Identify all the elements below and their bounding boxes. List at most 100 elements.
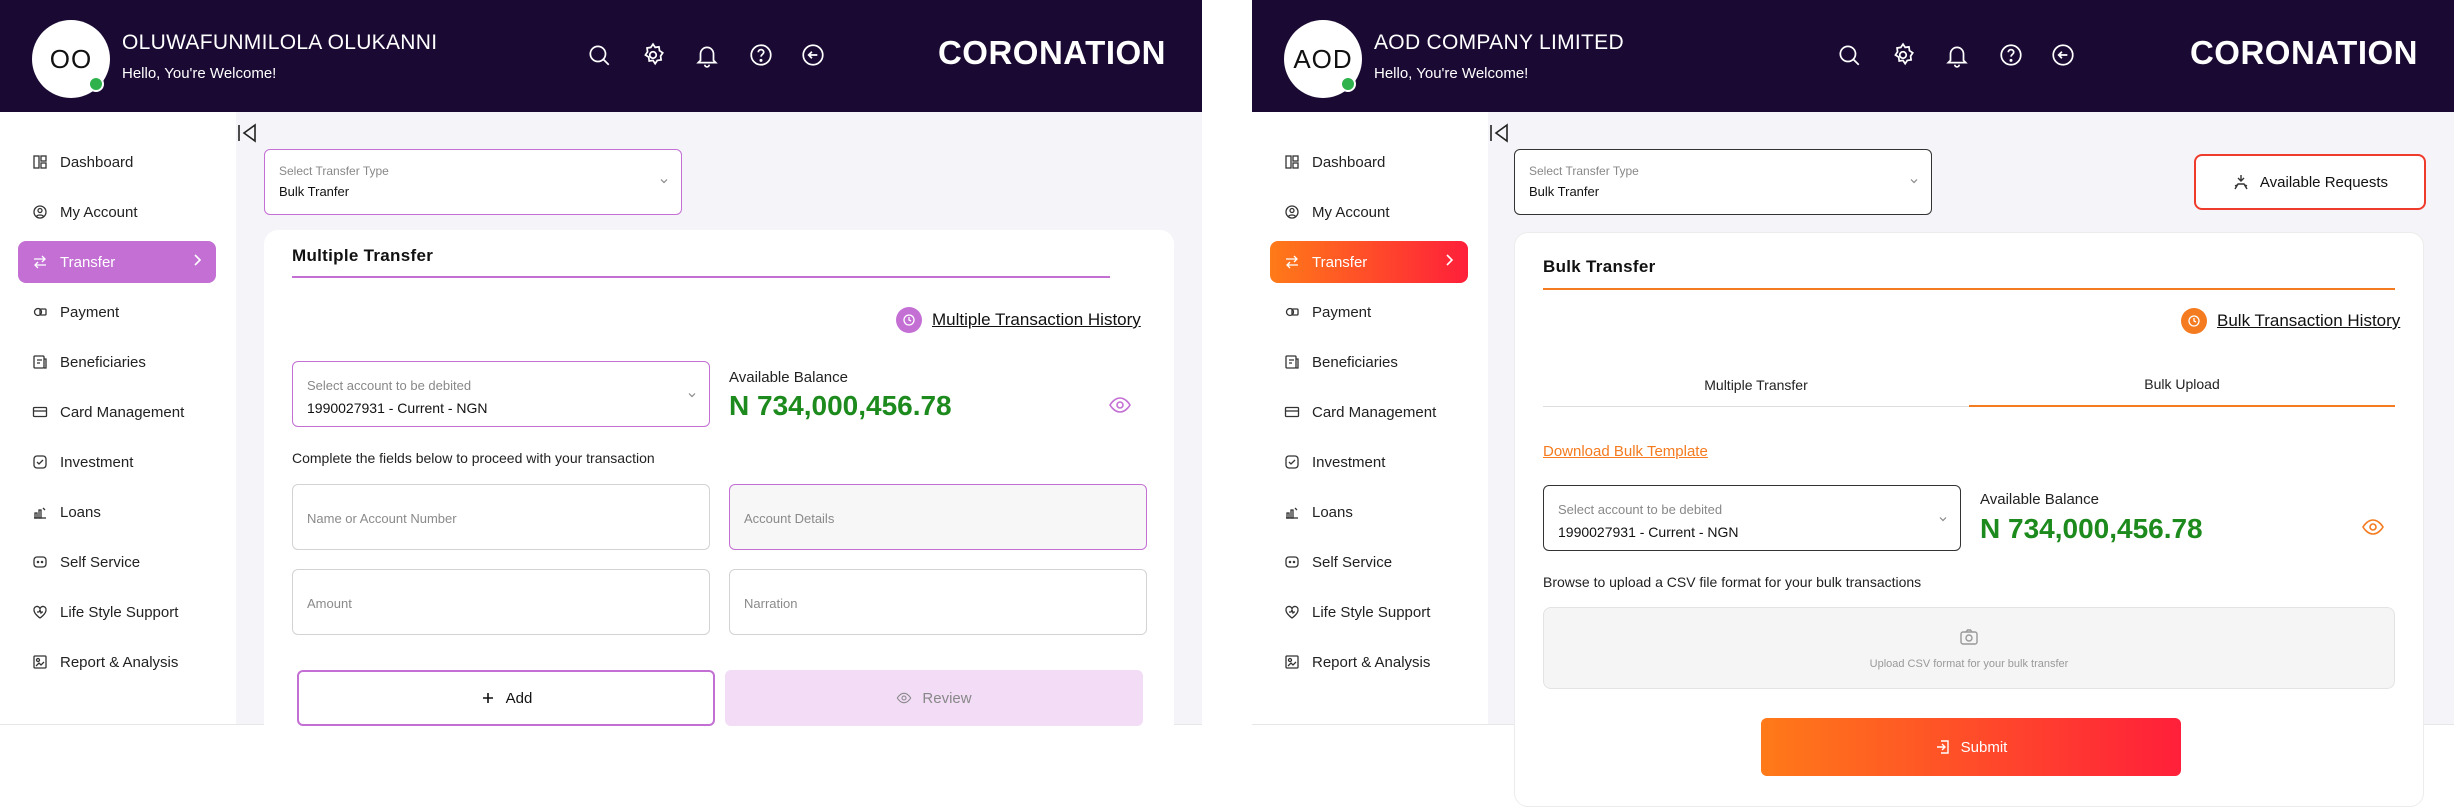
lifestyle-icon [33, 605, 47, 619]
tab-multiple-transfer[interactable]: Multiple Transfer [1543, 363, 1969, 407]
beneficiaries-icon [1285, 355, 1299, 369]
sidebar-item-self-service[interactable]: Self Service [18, 541, 216, 583]
account-select-label: Select account to be debited [1558, 502, 1723, 517]
sidebar-item-transfer[interactable]: Transfer [1270, 241, 1468, 283]
history-link-text: Bulk Transaction History [2217, 311, 2401, 330]
account-select-value: 1990027931 - Current - NGN [1558, 524, 1739, 540]
sidebar-item-label: Beneficiaries [60, 353, 146, 371]
transfer-type-value: Bulk Tranfer [1529, 184, 1600, 199]
sidebar-item-investment[interactable]: Investment [1270, 441, 1468, 483]
chevron-down-icon [1910, 179, 1918, 184]
review-button[interactable]: Review [725, 670, 1143, 726]
sidebar-item-label: Transfer [60, 253, 116, 271]
sidebar-item-report-analysis[interactable]: Report & Analysis [18, 641, 216, 683]
chevron-right-icon [194, 254, 202, 266]
bell-icon[interactable] [694, 42, 720, 68]
sidebar-item-payment[interactable]: Payment [1270, 291, 1468, 333]
collapse-sidebar-icon[interactable] [1488, 122, 1510, 144]
tab-bulk-upload[interactable]: Bulk Upload [1969, 363, 2395, 407]
search-icon[interactable] [1836, 42, 1862, 68]
left-screen: OO OLUWAFUNMILOLA OLUKANNI Hello, You're… [0, 0, 1202, 812]
beneficiaries-icon [33, 355, 47, 369]
sidebar-item-loans[interactable]: Loans [18, 491, 216, 533]
plus-icon [482, 693, 493, 703]
instruction-text: Complete the fields below to proceed wit… [292, 450, 655, 466]
report-icon [33, 655, 47, 669]
submit-button[interactable]: Submit [1761, 718, 2181, 776]
camera-icon [1960, 629, 1978, 645]
sidebar-item-card-management[interactable]: Card Management [1270, 391, 1468, 433]
amount-placeholder: Amount [307, 596, 352, 611]
sidebar-item-payment[interactable]: Payment [18, 291, 216, 333]
history-link-text: Multiple Transaction History [932, 310, 1141, 329]
narration-field[interactable]: Narration [729, 569, 1147, 635]
sidebar-item-label: Investment [1312, 453, 1386, 471]
add-button[interactable]: Add [297, 670, 715, 726]
sidebar-item-investment[interactable]: Investment [18, 441, 216, 483]
sidebar-item-loans[interactable]: Loans [1270, 491, 1468, 533]
investment-icon [1285, 455, 1299, 469]
help-icon[interactable] [748, 42, 774, 68]
sidebar-item-life-style-support[interactable]: Life Style Support [1270, 591, 1468, 633]
transaction-history-link[interactable]: Bulk Transaction History [2181, 308, 2400, 334]
transaction-history-link[interactable]: Multiple Transaction History [896, 307, 1141, 333]
sidebar-item-label: Dashboard [1312, 153, 1386, 171]
title-underline [292, 276, 1110, 278]
sidebar-item-label: Beneficiaries [1312, 353, 1398, 371]
payment-icon [1285, 307, 1299, 317]
sidebar-item-label: Report & Analysis [1312, 653, 1431, 671]
sidebar-item-label: Loans [1312, 503, 1353, 521]
eye-icon[interactable] [1108, 393, 1132, 417]
logout-icon[interactable] [2050, 42, 2076, 68]
settings-icon[interactable] [640, 42, 666, 68]
account-select[interactable]: Select account to be debited 1990027931 … [292, 361, 710, 427]
upload-hint: Upload CSV format for your bulk transfer [1869, 658, 2069, 670]
title-underline [1543, 288, 2395, 290]
transfer-type-label: Select Transfer Type [279, 164, 389, 178]
eye-icon[interactable] [2361, 515, 2385, 539]
account-select[interactable]: Select account to be debited 1990027931 … [1543, 485, 1961, 551]
self-service-icon [33, 556, 47, 568]
collapse-sidebar-icon[interactable] [236, 122, 258, 144]
transfer-type-select[interactable]: Select Transfer Type Bulk Tranfer [1514, 149, 1932, 215]
chevron-down-icon [660, 179, 668, 184]
sidebar-item-report-analysis[interactable]: Report & Analysis [1270, 641, 1468, 683]
sidebar-item-self-service[interactable]: Self Service [1270, 541, 1468, 583]
sidebar-item-beneficiaries[interactable]: Beneficiaries [1270, 341, 1468, 383]
sidebar-item-card-management[interactable]: Card Management [18, 391, 216, 433]
chevron-down-icon [688, 393, 696, 398]
available-balance-label: Available Balance [1980, 491, 2099, 508]
available-balance-label: Available Balance [729, 369, 848, 386]
sidebar-item-beneficiaries[interactable]: Beneficiaries [18, 341, 216, 383]
available-requests-button[interactable]: Available Requests [2194, 154, 2426, 210]
investment-icon [33, 455, 47, 469]
sidebar-item-my-account[interactable]: My Account [1270, 191, 1468, 233]
dashboard-icon [1285, 155, 1299, 169]
name-or-account-field[interactable]: Name or Account Number [292, 484, 710, 550]
user-icon [33, 205, 47, 219]
sidebar-item-label: Investment [60, 453, 134, 471]
card-title: Multiple Transfer [292, 246, 434, 265]
help-icon[interactable] [1998, 42, 2024, 68]
amount-field[interactable]: Amount [292, 569, 710, 635]
chevron-right-icon [1446, 254, 1454, 266]
submit-button-label: Submit [1960, 738, 2008, 756]
sidebar-item-label: Loans [60, 503, 101, 521]
user-name: OLUWAFUNMILOLA OLUKANNI [122, 31, 438, 54]
sidebar-item-life-style-support[interactable]: Life Style Support [18, 591, 216, 633]
available-requests-label: Available Requests [2259, 173, 2389, 191]
sidebar-item-my-account[interactable]: My Account [18, 191, 216, 233]
csv-upload-dropzone[interactable]: Upload CSV format for your bulk transfer [1543, 607, 2395, 689]
sidebar-item-dashboard[interactable]: Dashboard [1270, 141, 1468, 183]
requests-icon [2234, 175, 2248, 190]
settings-icon[interactable] [1890, 42, 1916, 68]
sidebar-item-dashboard[interactable]: Dashboard [18, 141, 216, 183]
greeting-text: Hello, You're Welcome! [122, 65, 277, 82]
bell-icon[interactable] [1944, 42, 1970, 68]
sidebar-item-transfer[interactable]: Transfer [18, 241, 216, 283]
multiple-transfer-card: Multiple Transfer Multiple Transaction H… [264, 230, 1174, 780]
logout-icon[interactable] [800, 42, 826, 68]
transfer-type-select[interactable]: Select Transfer Type Bulk Tranfer [264, 149, 682, 215]
download-template-link[interactable]: Download Bulk Template [1543, 443, 1708, 460]
search-icon[interactable] [586, 42, 612, 68]
